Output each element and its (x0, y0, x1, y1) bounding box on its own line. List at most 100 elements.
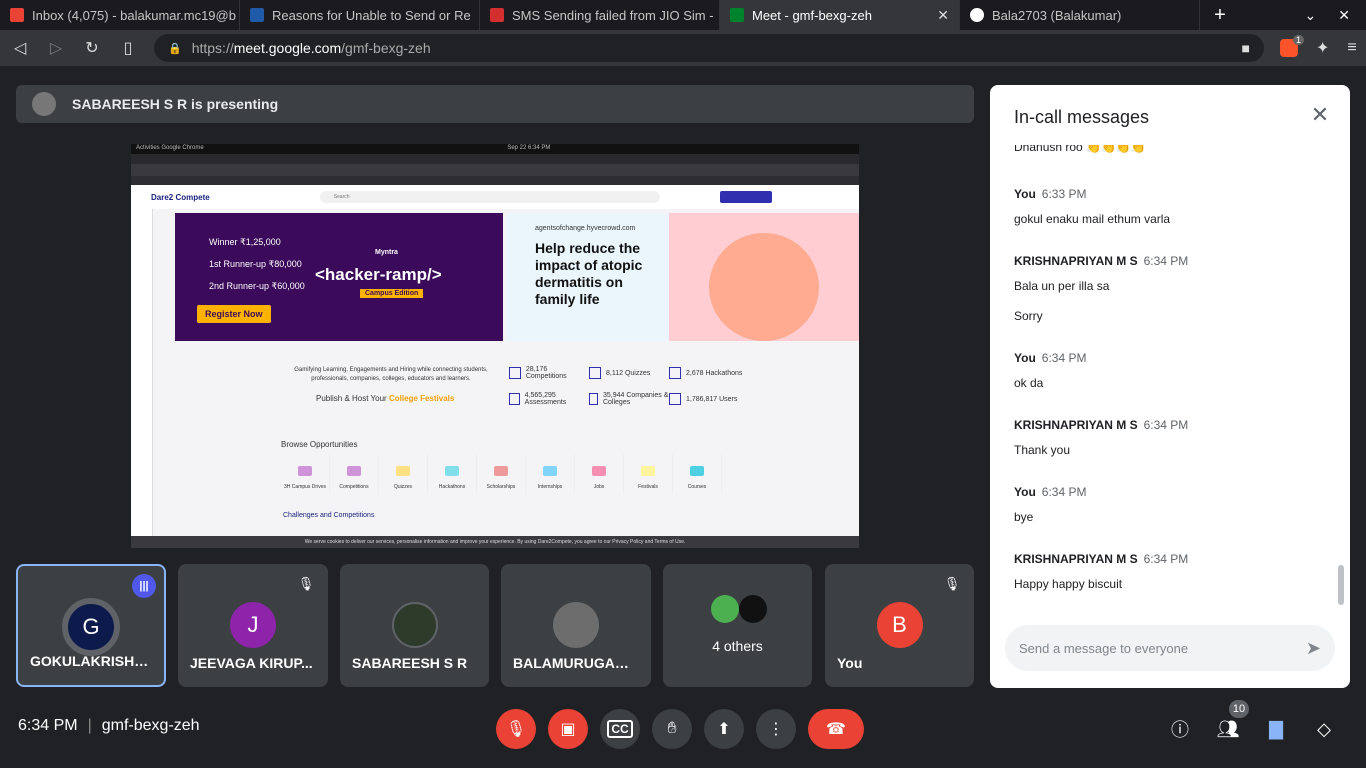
people-icon[interactable]: 👥︎ (1215, 716, 1241, 742)
meeting-info: 6:34 PM | gmf-bexg-zeh (18, 717, 200, 734)
site-tagline: Gamifying Learning, Engagements and Hiri… (294, 367, 488, 382)
back-icon[interactable]: ◁ (4, 32, 36, 64)
shared-topbar: Activities Google Chrome Sep 22 6:34 PM (131, 144, 859, 154)
tab-title: SMS Sending failed from JIO Sim - (512, 7, 714, 23)
extensions-area: 1 ✦ ≡ (1280, 35, 1357, 58)
site-search: Search (319, 191, 660, 203)
extensions-icon[interactable]: ✦ (1316, 38, 1329, 58)
window-controls: ⌄ ✕ (1305, 7, 1366, 24)
opportunity-list: 3H Campus Drives Competitions Quizzes Ha… (281, 454, 722, 494)
opportunity-icon (690, 466, 704, 476)
message: You 6:34 PM bye (1014, 485, 1324, 524)
banner-headline: Help reduce the impact of atopic dermati… (535, 240, 643, 307)
browse-heading: Browse Opportunities (281, 440, 358, 449)
captions-icon: CC (607, 720, 633, 738)
shared-screen[interactable]: Activities Google Chrome Sep 22 6:34 PM … (131, 144, 859, 548)
tab-gmail[interactable]: Inbox (4,075) - balakumar.mc19@b (0, 0, 240, 30)
message-time: 6:34 PM (1143, 552, 1189, 566)
opportunity-icon (592, 466, 606, 476)
participant-name: You (837, 655, 863, 671)
code-icon (669, 367, 681, 379)
meet-stage: SABAREESH S R is presenting Activities G… (0, 66, 1366, 768)
tab-meet[interactable]: Meet - gmf-bexg-zeh ✕ (720, 0, 960, 30)
opportunity-label: Courses (687, 484, 707, 490)
close-window-icon[interactable]: ✕ (1338, 7, 1350, 24)
avatar (32, 92, 56, 116)
stat-label: 28,176 Competitions (525, 366, 567, 380)
forward-icon[interactable]: ▷ (40, 32, 72, 64)
camera-in-use-icon[interactable]: ■ (1242, 40, 1250, 56)
site-publish: Publish & Host Your College Festivals (316, 394, 454, 403)
opportunity-item: Internships (526, 454, 575, 494)
tab-sms[interactable]: SMS Sending failed from JIO Sim - (480, 0, 720, 30)
meeting-code: gmf-bexg-zeh (101, 717, 200, 734)
camera-toggle-button[interactable]: ▣ (548, 709, 588, 749)
participant-tile[interactable]: 🎙︎ J JEEVAGA KIRUP... (178, 564, 328, 687)
opportunity-label: Internships (537, 484, 563, 490)
tab-search-icon[interactable]: ⌄ (1305, 7, 1317, 24)
meeting-details-icon[interactable]: ⓘ (1167, 716, 1193, 742)
menu-icon[interactable]: ≡ (1347, 39, 1356, 57)
message-text: ok da (1014, 376, 1044, 390)
chat-message-input[interactable] (1019, 640, 1289, 656)
opportunity-icon (641, 466, 655, 476)
close-icon[interactable]: ✕ (1308, 103, 1332, 127)
mic-toggle-button[interactable]: 🎙︎ (496, 709, 536, 749)
message-time: 6:34 PM (1041, 485, 1087, 499)
address-bar[interactable]: 🔒 https:// meet.google.com /gmf-bexg-zeh… (154, 34, 1264, 62)
tab-title: Bala2703 (Balakumar) (992, 7, 1122, 23)
opportunity-item: Quizzes (379, 454, 428, 494)
message-list[interactable]: Dhanush roo 👏👏👏👏 You 6:33 PM gokul enaku … (1014, 145, 1324, 625)
stat-label: 2,678 Hackathons (686, 369, 743, 377)
send-icon[interactable]: ➤ (1306, 638, 1321, 659)
people-count-badge: 10 (1229, 700, 1249, 718)
bookmark-icon[interactable]: ▯ (112, 32, 144, 64)
gmail-icon (10, 8, 24, 22)
captions-button[interactable]: CC (600, 709, 640, 749)
raise-hand-button[interactable]: ✋︎ (652, 709, 692, 749)
prize-runner2: 2nd Runner-up ₹60,000 (209, 281, 305, 291)
tab-title: Meet - gmf-bexg-zeh (752, 7, 872, 23)
new-tab-button[interactable]: + (1200, 4, 1240, 27)
chat-input-box[interactable]: ➤ (1005, 625, 1335, 671)
brave-shield-icon[interactable]: 1 (1280, 35, 1304, 57)
url-path: /gmf-bexg-zeh (341, 40, 431, 56)
participant-tile-others[interactable]: 4 others (663, 564, 812, 687)
brave-badge: 1 (1292, 35, 1304, 45)
stat-label: 4,565,295 Assessments (524, 392, 567, 406)
participant-name: JEEVAGA KIRUP... (190, 655, 313, 671)
avatar: G (62, 598, 120, 656)
shared-clock: Sep 22 6:34 PM (507, 145, 551, 151)
tab-reasons[interactable]: Reasons for Unable to Send or Re (240, 0, 480, 30)
chat-scrollbar[interactable] (1338, 565, 1344, 605)
avatar: B (876, 602, 923, 648)
chat-icon[interactable]: ▇ (1263, 716, 1289, 742)
lock-icon[interactable]: 🔒 (168, 42, 182, 55)
publish-highlight: College Festivals (388, 394, 455, 403)
reload-icon[interactable]: ↻ (76, 32, 108, 64)
present-screen-icon: ⬆ (717, 721, 731, 738)
hang-up-icon: ☎ (826, 721, 846, 738)
opportunity-item: Scholarships (477, 454, 526, 494)
message-sender: KRISHNAPRIYAN M S (1014, 254, 1138, 268)
present-button[interactable]: ⬆ (704, 709, 744, 749)
message: KRISHNAPRIYAN M S 6:34 PM Bala un per ill… (1014, 254, 1324, 323)
message-sender: You (1014, 187, 1036, 201)
site-icon (250, 8, 264, 22)
opportunity-label: Festivals (638, 484, 658, 490)
participant-tile[interactable]: SABAREESH S R (340, 564, 489, 687)
message-sender: You (1014, 485, 1036, 499)
others-label: 4 others (712, 638, 763, 654)
opportunity-icon (543, 466, 557, 476)
more-options-button[interactable]: ⋮ (756, 709, 796, 749)
prize-winner: Winner ₹1,25,000 (209, 237, 281, 247)
hand-icon: ✋︎ (667, 720, 677, 737)
participant-tile[interactable]: BALAMURUGAN R (501, 564, 651, 687)
participant-tile[interactable]: ||| G GOKULAKRISHN... (16, 564, 166, 687)
tab-github[interactable]: Bala2703 (Balakumar) (960, 0, 1200, 30)
message-text: bye (1014, 510, 1034, 524)
close-tab-icon[interactable]: ✕ (929, 7, 949, 24)
participant-tile-self[interactable]: 🎙︎ B You (825, 564, 974, 687)
leave-call-button[interactable]: ☎ (808, 709, 864, 749)
activities-icon[interactable]: ◇ (1311, 716, 1337, 742)
